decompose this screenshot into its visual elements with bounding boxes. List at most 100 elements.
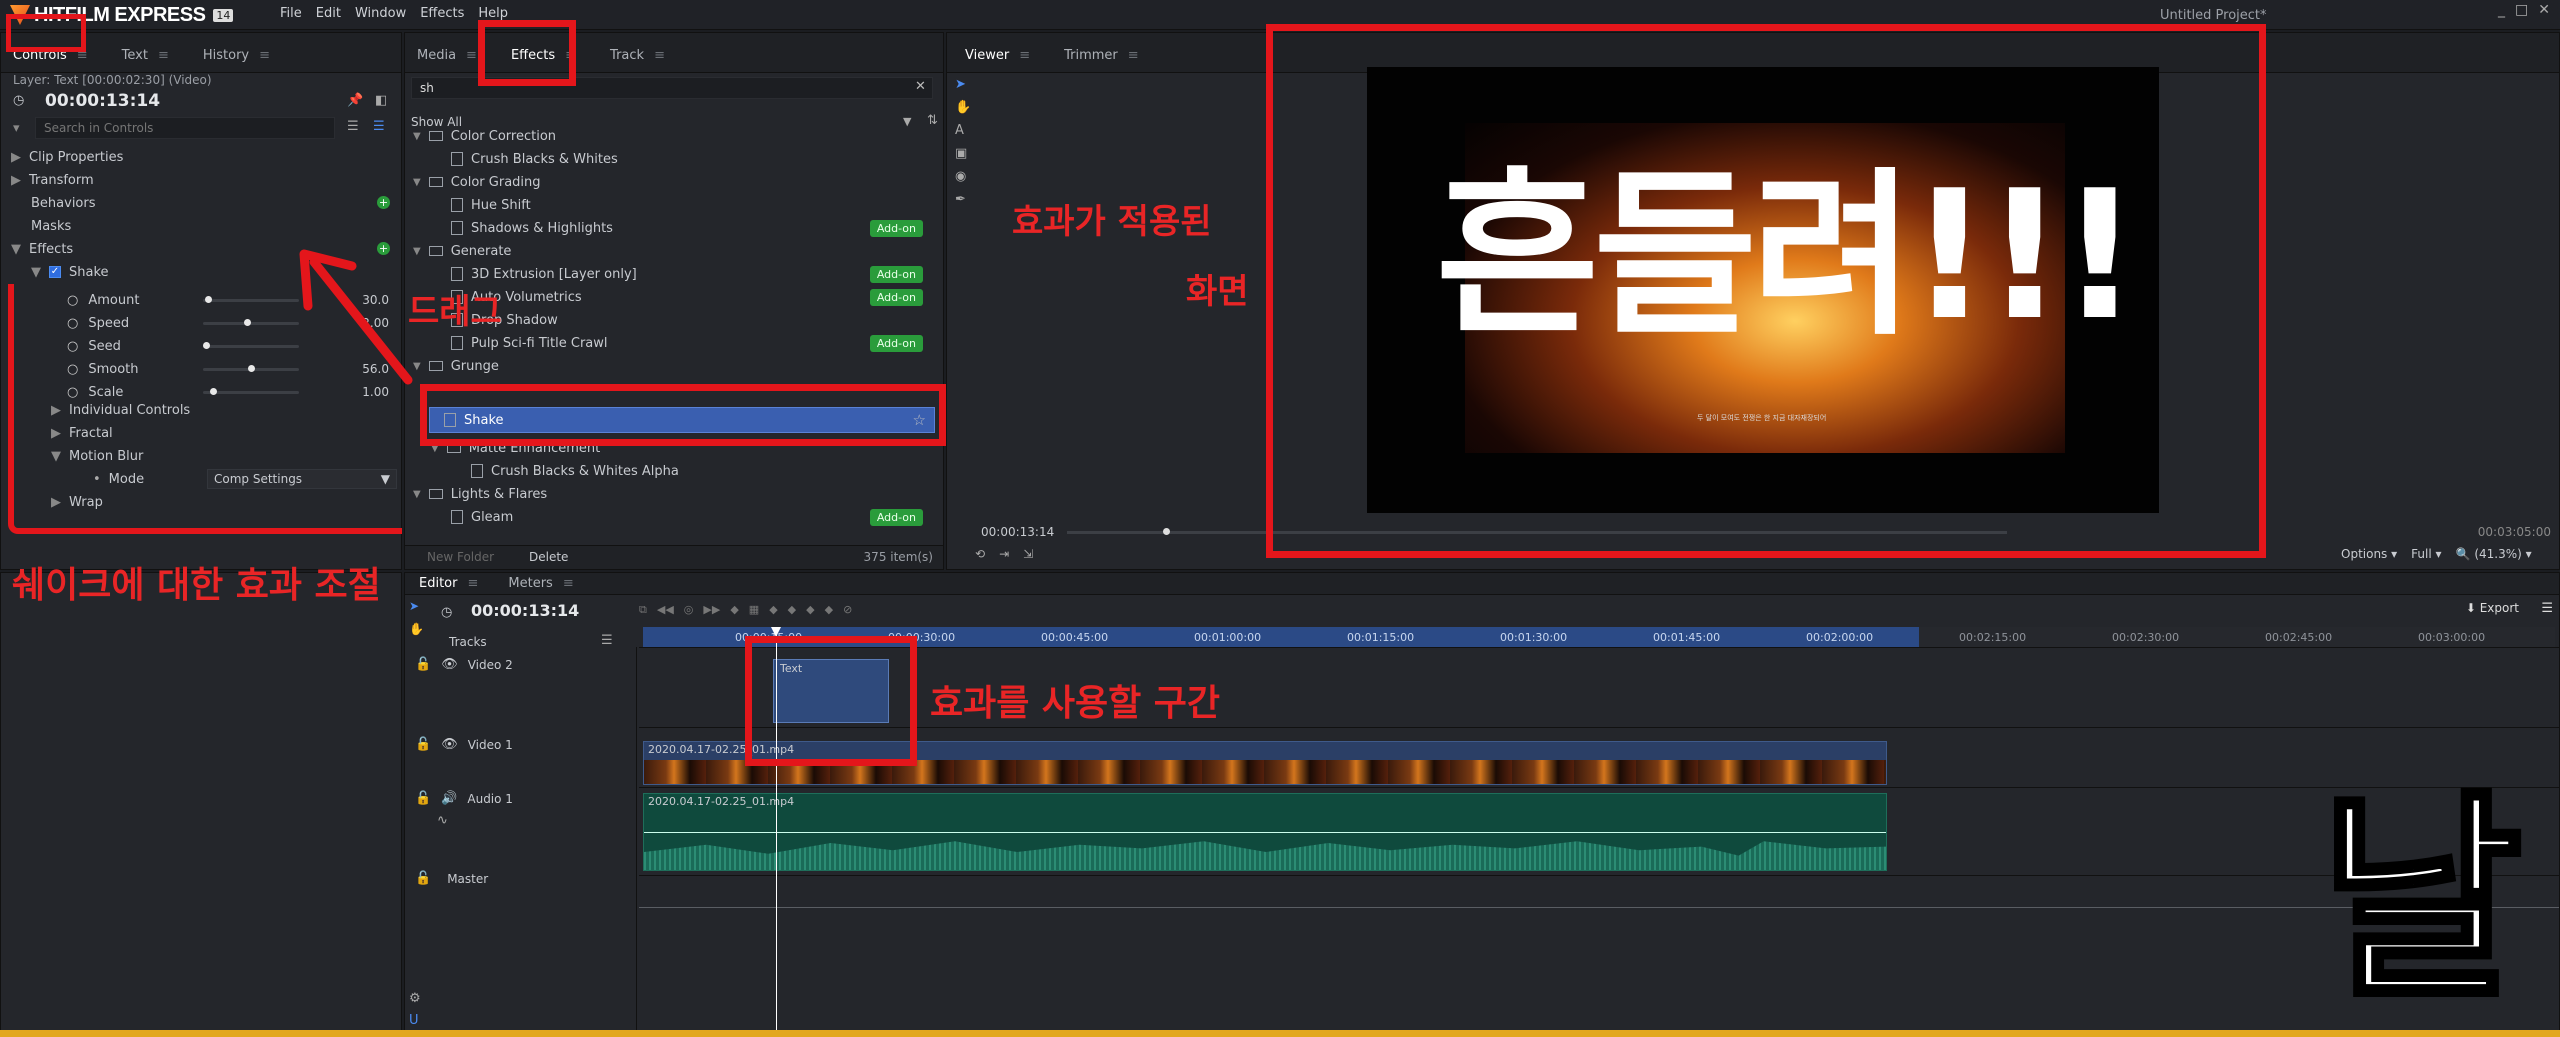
effect-item[interactable]: Shadows & HighlightsAdd-on☆	[451, 217, 971, 239]
menu-window[interactable]: Window	[355, 6, 406, 21]
magnet-icon[interactable]: U	[409, 1013, 419, 1028]
tracks-menu-icon[interactable]: ☰	[601, 633, 613, 648]
speaker-icon[interactable]: 🔊	[441, 791, 457, 806]
collapse-arrow-icon[interactable]: ▼	[413, 177, 421, 188]
detail-view-icon[interactable]: ☰	[373, 119, 385, 134]
hand-tool-icon[interactable]: ✋	[955, 100, 971, 115]
effect-label: Hue Shift	[471, 197, 531, 213]
quality-dropdown[interactable]: Full ▾	[2411, 547, 2441, 561]
effect-folder[interactable]: ▼ Grunge	[413, 355, 933, 377]
effect-item[interactable]: Crush Blacks & Whites Alpha☆	[471, 460, 999, 482]
lock-icon[interactable]: 🔓	[415, 791, 431, 806]
addon-badge[interactable]: Add-on	[869, 508, 923, 526]
hand-tool-icon[interactable]: ✋	[409, 622, 424, 636]
diamond-icon[interactable]: ◆	[806, 603, 814, 617]
addon-badge[interactable]: Add-on	[869, 219, 923, 237]
collapse-arrow-icon[interactable]: ▼	[413, 489, 421, 500]
diamond-icon[interactable]: ◆	[825, 603, 833, 617]
tab-track[interactable]: Track ≡	[606, 48, 669, 72]
next-edit-icon[interactable]: ▶▶	[703, 603, 720, 617]
prev-edit-icon[interactable]: ◀◀	[657, 603, 674, 617]
text-tool-icon[interactable]: A	[955, 123, 971, 138]
menu-effects[interactable]: Effects	[420, 6, 464, 21]
add-behavior-icon[interactable]: +	[377, 196, 390, 209]
tab-media[interactable]: Media ≡	[413, 48, 481, 72]
effect-item[interactable]: GleamAdd-on☆	[451, 506, 971, 528]
menu-edit[interactable]: Edit	[316, 6, 341, 21]
tree-transform[interactable]: ▶ Transform	[11, 169, 94, 191]
checkbox-icon[interactable]: ✓	[49, 266, 61, 278]
effect-folder[interactable]: ▼ Color Grading	[413, 171, 933, 193]
waveform-toggle-icon[interactable]: ∿	[437, 813, 448, 828]
addon-badge[interactable]: Add-on	[869, 288, 923, 306]
collapse-arrow-icon[interactable]: ▼	[413, 131, 421, 142]
track-divider	[639, 787, 2559, 788]
menu-file[interactable]: File	[280, 6, 302, 21]
maximize-button[interactable]: □	[2515, 2, 2528, 18]
tree-clip-properties[interactable]: ▶ Clip Properties	[11, 146, 123, 168]
eye-icon[interactable]: 👁	[441, 657, 458, 672]
addon-badge[interactable]: Add-on	[869, 265, 923, 283]
tree-effects[interactable]: ▼ Effects	[11, 238, 73, 260]
editor-menu-icon[interactable]: ☰	[2541, 601, 2553, 616]
effect-item[interactable]: Drop Shadow☆	[451, 309, 971, 331]
zoom-dropdown[interactable]: 🔍 (41.3%) ▾	[2456, 547, 2532, 561]
clear-search-icon[interactable]: ✕	[915, 79, 926, 94]
settings-icon[interactable]: ⚙	[409, 991, 421, 1006]
tree-behaviors[interactable]: Behaviors	[31, 192, 96, 214]
snap-icon[interactable]: ⧉	[639, 603, 647, 617]
menu-help[interactable]: Help	[478, 6, 508, 21]
effect-item[interactable]: Pulp Sci-fi Title CrawlAdd-on☆	[451, 332, 971, 354]
delete-button[interactable]: Delete	[529, 550, 568, 564]
loop-icon[interactable]: ⟲	[975, 547, 985, 561]
pin-icon[interactable]: 📌	[347, 93, 363, 108]
controls-search-input[interactable]	[35, 117, 335, 139]
effect-item[interactable]: Crush Blacks & Whites☆	[451, 148, 971, 170]
crop-tool-icon[interactable]: ▣	[955, 146, 971, 161]
list-view-icon[interactable]: ☰	[347, 119, 359, 134]
effect-item[interactable]: 3D Extrusion [Layer only]Add-on☆	[451, 263, 971, 285]
tab-text[interactable]: Text ≡	[118, 48, 173, 72]
tab-history[interactable]: History ≡	[199, 48, 274, 72]
keyframe-icon[interactable]: ◆	[730, 603, 738, 617]
controls-timecode[interactable]: 00:00:13:14	[45, 91, 160, 111]
effect-folder[interactable]: ▼ Color Correction	[413, 125, 933, 147]
effect-item[interactable]: Hue Shift☆	[451, 194, 971, 216]
tab-trimmer[interactable]: Trimmer ≡	[1060, 48, 1143, 72]
effect-folder[interactable]: ▼ Generate	[413, 240, 933, 262]
pen-tool-icon[interactable]: ✒	[955, 192, 971, 207]
snapshot-icon[interactable]: ⇲	[1023, 547, 1033, 561]
grid-icon[interactable]: ▦	[749, 603, 759, 617]
tab-editor[interactable]: Editor ≡	[419, 576, 478, 591]
export-button[interactable]: ⬇ Export	[2466, 601, 2519, 615]
collapse-arrow-icon: ▼	[11, 241, 21, 257]
tree-masks[interactable]: Masks	[31, 215, 71, 237]
select-tool-icon[interactable]: ➤	[955, 77, 971, 92]
diamond-icon[interactable]: ◆	[788, 603, 796, 617]
minimize-button[interactable]: _	[2498, 2, 2505, 18]
scrubber-knob[interactable]	[1163, 528, 1170, 535]
export-frame-icon[interactable]: ⇥	[999, 547, 1009, 561]
audio-clip[interactable]: 2020.04.17-02.25_01.mp4	[643, 793, 1887, 871]
tree-shake[interactable]: ▼ ✓ Shake	[31, 261, 109, 283]
lock-icon[interactable]: 🔓	[415, 657, 431, 672]
eye-icon[interactable]: 👁	[441, 737, 458, 752]
panel-toggle-icon[interactable]: ◧	[375, 93, 387, 108]
lock-icon[interactable]: 🔓	[415, 871, 431, 886]
editor-timecode[interactable]: 00:00:13:14	[471, 601, 579, 620]
tab-viewer[interactable]: Viewer ≡	[961, 48, 1034, 72]
viewer-timecode[interactable]: 00:00:13:14	[981, 525, 1054, 539]
addon-badge[interactable]: Add-on	[869, 334, 923, 352]
lock-icon[interactable]: 🔓	[415, 737, 431, 752]
options-dropdown[interactable]: Options ▾	[2341, 547, 2397, 561]
new-folder-button[interactable]: New Folder	[427, 550, 494, 564]
select-tool-icon[interactable]: ➤	[409, 599, 424, 613]
close-button[interactable]: ✕	[2538, 2, 2550, 18]
effect-folder[interactable]: ▼ Lights & Flares	[413, 483, 933, 505]
orbit-tool-icon[interactable]: ◉	[955, 169, 971, 184]
diamond-icon[interactable]: ◆	[769, 603, 777, 617]
marker-icon[interactable]: ◎	[684, 603, 694, 617]
tab-meters[interactable]: Meters ≡	[508, 576, 573, 591]
effect-item[interactable]: Auto VolumetricsAdd-on☆	[451, 286, 971, 308]
link-icon[interactable]: ⊘	[843, 603, 852, 617]
